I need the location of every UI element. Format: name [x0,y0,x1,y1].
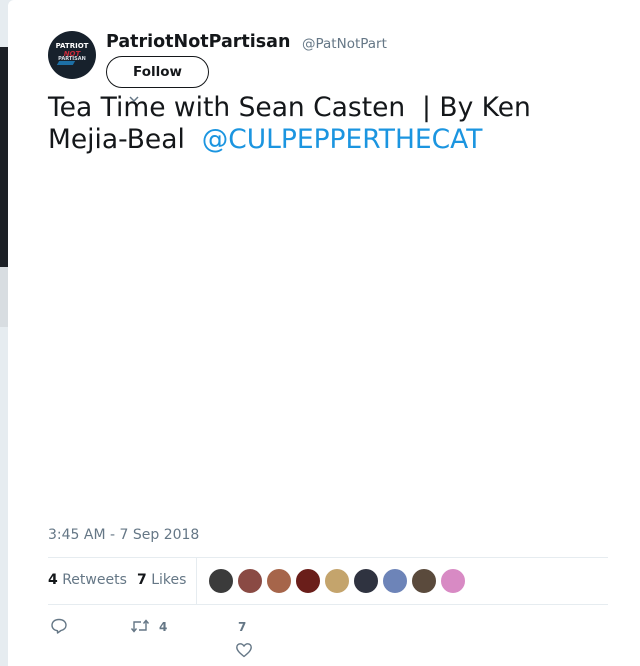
retweets-label: Retweets [62,572,127,588]
divider [48,604,608,605]
likes-stat[interactable]: 7 Likes [137,572,186,588]
liker-avatar[interactable] [440,568,466,594]
tweet-timestamp[interactable]: 3:45 AM - 7 Sep 2018 [48,527,199,543]
display-name[interactable]: PatriotNotPartisan [106,32,290,52]
liker-avatar[interactable] [324,568,350,594]
liker-avatar[interactable] [237,568,263,594]
user-handle[interactable]: @PatNotPart [302,36,387,52]
likes-count: 7 [137,572,147,588]
mention-link[interactable]: @CULPEPPERTHECAT [202,124,483,155]
liker-avatar[interactable] [266,568,292,594]
avatar-text-line: PATRIOT [55,42,89,50]
follow-button[interactable]: Follow [106,56,209,88]
like-count: 7 [238,620,247,634]
avatar-logo-stripe [56,61,76,65]
retweets-stat[interactable]: 4 Retweets [48,572,127,588]
tweet-card: PATRIOT NOT PARTISAN PatriotNotPartisan … [8,0,640,666]
liker-avatar[interactable] [295,568,321,594]
liker-avatar[interactable] [208,568,234,594]
retweet-count: 4 [159,620,168,634]
background-overlay [0,47,8,267]
heart-icon[interactable] [235,641,253,662]
divider [48,557,608,558]
liker-avatar[interactable] [353,568,379,594]
stats-separator [196,558,197,604]
liker-avatar[interactable] [411,568,437,594]
chevron-down-icon[interactable] [129,96,139,106]
liker-avatar[interactable] [382,568,408,594]
retweet-icon[interactable] [130,617,150,638]
background-strip [0,267,8,327]
retweets-count: 4 [48,572,58,588]
avatar[interactable]: PATRIOT NOT PARTISAN [48,31,96,79]
likes-label: Likes [151,572,187,588]
reply-icon[interactable] [50,617,68,638]
